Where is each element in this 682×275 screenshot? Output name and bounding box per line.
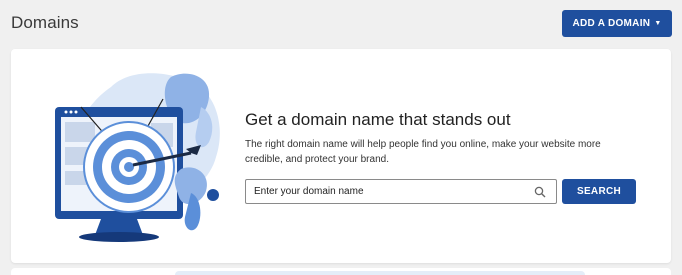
add-domain-label: ADD A DOMAIN xyxy=(572,18,651,29)
add-domain-button[interactable]: ADD A DOMAIN ▼ xyxy=(562,10,672,37)
domain-search-input[interactable] xyxy=(246,180,530,203)
promo-headline: Get a domain name that stands out xyxy=(245,110,511,129)
domain-search-field[interactable] xyxy=(245,179,557,204)
domain-search-card: Get a domain name that stands out The ri… xyxy=(11,49,671,263)
search-button[interactable]: SEARCH xyxy=(562,179,636,204)
caret-down-icon: ▼ xyxy=(654,20,662,27)
next-card-banner xyxy=(175,271,585,275)
page-title: Domains xyxy=(11,13,79,32)
magnifier-icon[interactable] xyxy=(530,182,550,202)
promo-description: The right domain name will help people f… xyxy=(245,139,601,165)
target-dart-illustration xyxy=(55,73,220,242)
